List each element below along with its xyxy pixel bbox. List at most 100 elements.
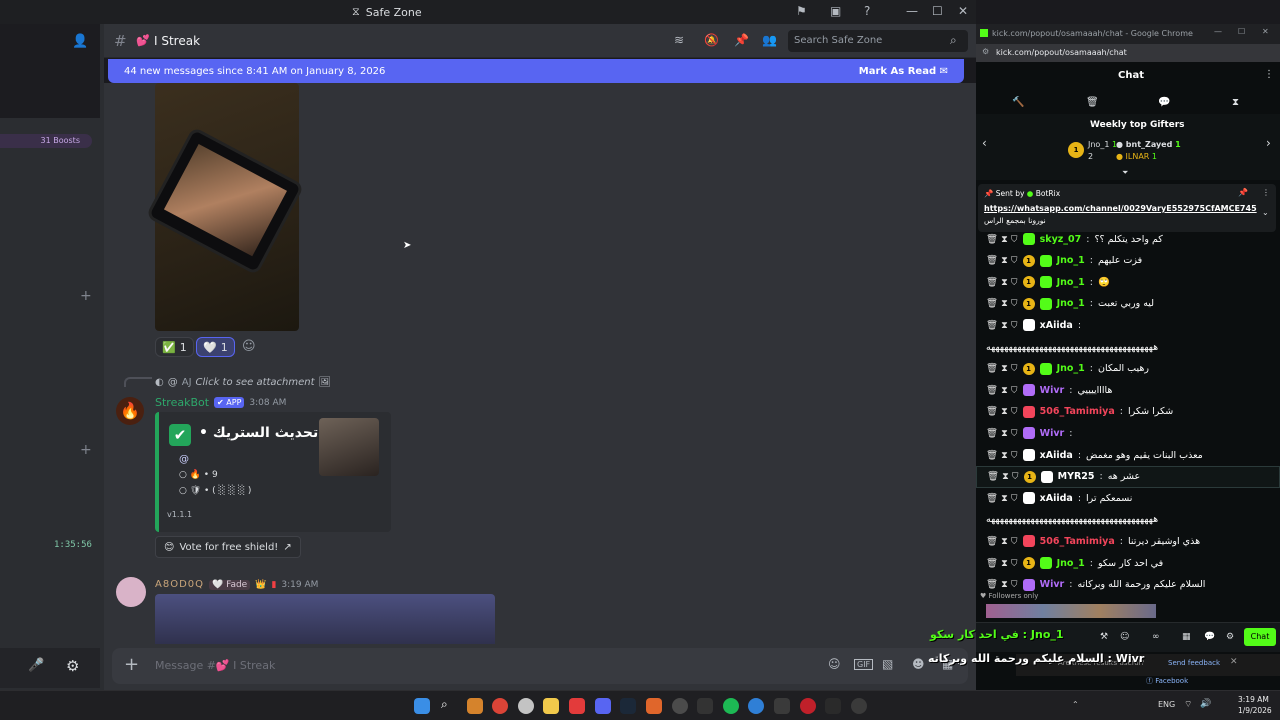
app-icon-1[interactable] — [467, 698, 483, 714]
user-avatar[interactable] — [116, 577, 146, 607]
chrome-icon[interactable] — [492, 698, 508, 714]
reaction-check[interactable]: ✅ 1 — [155, 337, 194, 357]
author-name-2[interactable]: A8OD0Q — [155, 579, 204, 590]
emoji-icon[interactable]: ☻ — [912, 657, 925, 671]
chat-username[interactable]: Jno_1 — [1057, 255, 1085, 266]
chat-username[interactable]: xAiida — [1040, 450, 1073, 461]
app-icon-2[interactable] — [518, 698, 534, 714]
chat-menu-icon[interactable]: ⋮ — [1264, 69, 1274, 80]
trash-icon[interactable]: 🗑 — [1086, 97, 1099, 108]
bubble-icon[interactable]: 💬 — [1204, 632, 1215, 642]
chat-message[interactable]: 🗑 ⧗ ⛉ 1 MYR25: عشر هه — [976, 465, 1280, 488]
volume-icon[interactable]: 🔊 — [1200, 699, 1211, 709]
facebook-link[interactable]: ⓕ Facebook — [1146, 676, 1188, 686]
chat-message[interactable]: 🗑 ⧗ ⛉ 506_Tamimiya: هذي اوشيقر ديرتنا — [976, 530, 1280, 552]
add-channel-icon[interactable]: + — [80, 288, 92, 304]
discord-taskbar-icon[interactable] — [595, 698, 611, 714]
mod-actions-icon[interactable]: 🗑 ⧗ ⛉ — [986, 277, 1018, 288]
mod-actions-icon[interactable]: 🗑 ⧗ ⛉ — [986, 320, 1018, 331]
streakbot-avatar[interactable]: 🔥 — [116, 397, 144, 425]
chat-username[interactable]: Jno_1 — [1057, 363, 1085, 374]
chat-message[interactable]: 🗑 ⧗ ⛉ 1 Jno_1: ليه وربي تعبت — [976, 293, 1280, 315]
smile-icon[interactable]: ☺ — [1120, 632, 1129, 642]
chrome-minimize[interactable]: — — [1214, 27, 1222, 36]
site-info-icon[interactable]: ⚙ — [982, 47, 989, 56]
feedback-close-icon[interactable]: ✕ — [1230, 657, 1238, 667]
chrome-maximize[interactable]: ☐ — [1238, 27, 1245, 36]
mod-actions-icon[interactable]: 🗑 ⧗ ⛉ — [987, 471, 1019, 482]
mod-actions-icon[interactable]: 🗑 ⧗ ⛉ — [986, 363, 1018, 374]
chat-message[interactable]: 🗑 ⧗ ⛉ 1 Jno_1: رهيب المكان — [976, 358, 1280, 380]
chat-message[interactable]: 🗑 ⧗ ⛉ Wivr: — [976, 422, 1280, 444]
mod-actions-icon[interactable]: 🗑 ⧗ ⛉ — [986, 428, 1018, 439]
send-chat-button[interactable]: Chat — [1244, 628, 1276, 646]
mod-actions-icon[interactable]: 🗑 ⧗ ⛉ — [986, 385, 1018, 396]
search-box[interactable]: Search Safe Zone ⌕ — [788, 30, 968, 52]
app-icon-10[interactable] — [851, 698, 867, 714]
threads-icon[interactable]: ≋ — [674, 33, 684, 47]
prev-arrow-icon[interactable]: ‹ — [982, 136, 987, 150]
chat-message[interactable]: ههههههههههههههههههههههههههههههههههههههه — [976, 509, 1280, 531]
chrome-close[interactable]: ✕ — [1262, 27, 1269, 36]
invite-icon[interactable]: 👤 — [72, 34, 88, 49]
chat-bubble-icon[interactable]: 💬 — [1158, 97, 1170, 108]
chat-message[interactable]: 🗑 ⧗ ⛉ 1 Jno_1: 🙄 — [976, 271, 1280, 293]
chat-message[interactable]: 🗑 ⧗ ⛉ skyz_07: كم واحد يتكلم ؟؟ — [976, 228, 1280, 250]
reaction-heart[interactable]: 🤍 1 — [196, 337, 235, 357]
mute-icon[interactable]: 🎤 — [28, 658, 44, 673]
chat-username[interactable]: Jno_1 — [1057, 558, 1085, 569]
settings-icon[interactable]: ⚙ — [66, 657, 79, 675]
mod-actions-icon[interactable]: 🗑 ⧗ ⛉ — [986, 579, 1018, 590]
chat-username[interactable]: Wivr — [1040, 428, 1065, 439]
tools-icon[interactable]: ⚒ — [1100, 632, 1108, 642]
mod-actions-icon[interactable]: 🗑 ⧗ ⛉ — [986, 558, 1018, 569]
mod-actions-icon[interactable]: 🗑 ⧗ ⛉ — [986, 450, 1018, 461]
chrome-address-bar[interactable]: ⚙ kick.com/popout/osamaaah/chat — [976, 44, 1280, 62]
app-icon-6[interactable] — [697, 698, 713, 714]
mod-actions-icon[interactable]: 🗑 ⧗ ⛉ — [986, 234, 1018, 245]
mod-actions-icon[interactable]: 🗑 ⧗ ⛉ — [986, 406, 1018, 417]
help-icon[interactable]: ? — [864, 4, 870, 18]
close-button[interactable]: ✕ — [958, 4, 968, 18]
chat-message[interactable]: 🗑 ⧗ ⛉ xAiida: — [976, 314, 1280, 336]
chat-message[interactable]: 🗑 ⧗ ⛉ 1 Jno_1: فزت عليهم — [976, 250, 1280, 272]
maximize-button[interactable]: ☐ — [932, 4, 943, 18]
infinity-icon[interactable]: ∞ — [1152, 632, 1160, 642]
upload-icon[interactable]: + — [124, 654, 139, 675]
chat-message[interactable]: 🗑 ⧗ ⛉ xAiida: نسمعكم ترا — [976, 487, 1280, 509]
obs-icon[interactable] — [800, 698, 816, 714]
timer-icon[interactable]: ⧗ — [1232, 97, 1239, 108]
inbox-flag-icon[interactable]: ⚑ — [796, 4, 807, 18]
image-attachment[interactable] — [149, 83, 301, 331]
spotify-icon[interactable] — [723, 698, 739, 714]
chat-username[interactable]: Wivr — [1040, 579, 1065, 590]
chat-message[interactable]: ههههههههههههههههههههههههههههههههههههههه — [976, 336, 1280, 358]
app-icon-4[interactable] — [646, 698, 662, 714]
notification-off-icon[interactable]: 🔕 — [704, 33, 719, 47]
mod-hammer-icon[interactable]: 🔨 — [1012, 97, 1024, 108]
chat-message[interactable]: 🗑 ⧗ ⛉ 1 Jno_1: في احد كار سكو — [976, 552, 1280, 574]
explorer-icon[interactable] — [543, 698, 559, 714]
app-icon-9[interactable] — [825, 698, 841, 714]
chat-username[interactable]: Jno_1 — [1057, 277, 1085, 288]
calendar-icon[interactable]: ▦ — [1182, 632, 1191, 642]
chat-username[interactable]: 506_Tamimiya — [1040, 536, 1115, 547]
search-taskbar-icon[interactable]: ⌕ — [441, 697, 457, 713]
image-attachment-2[interactable] — [155, 594, 495, 644]
chat-username[interactable]: Jno_1 — [1057, 298, 1085, 309]
wifi-icon[interactable]: ⌔ — [1184, 699, 1192, 710]
collapse-icon[interactable]: ⏷ — [1122, 168, 1128, 178]
mod-actions-icon[interactable]: 🗑 ⧗ ⛉ — [986, 255, 1018, 266]
new-messages-banner[interactable]: 44 new messages since 8:41 AM on January… — [108, 59, 964, 83]
app-icon-7[interactable] — [748, 698, 764, 714]
gear-icon[interactable]: ⚙ — [1226, 632, 1234, 642]
pinned-link[interactable]: https://whatsapp.com/channel/0029VaryE55… — [984, 204, 1257, 213]
embed-thumbnail[interactable] — [319, 418, 379, 476]
add-reaction-icon[interactable]: ☺ — [242, 339, 256, 354]
chat-message[interactable]: 🗑 ⧗ ⛉ 506_Tamimiya: شكرا شكرا — [976, 401, 1280, 423]
mod-actions-icon[interactable]: 🗑 ⧗ ⛉ — [986, 493, 1018, 504]
mark-as-read-button[interactable]: Mark As Read ✉ — [859, 66, 948, 77]
start-icon[interactable] — [414, 698, 430, 714]
author-name[interactable]: StreakBot — [155, 396, 209, 409]
mod-actions-icon[interactable]: 🗑 ⧗ ⛉ — [986, 298, 1018, 309]
